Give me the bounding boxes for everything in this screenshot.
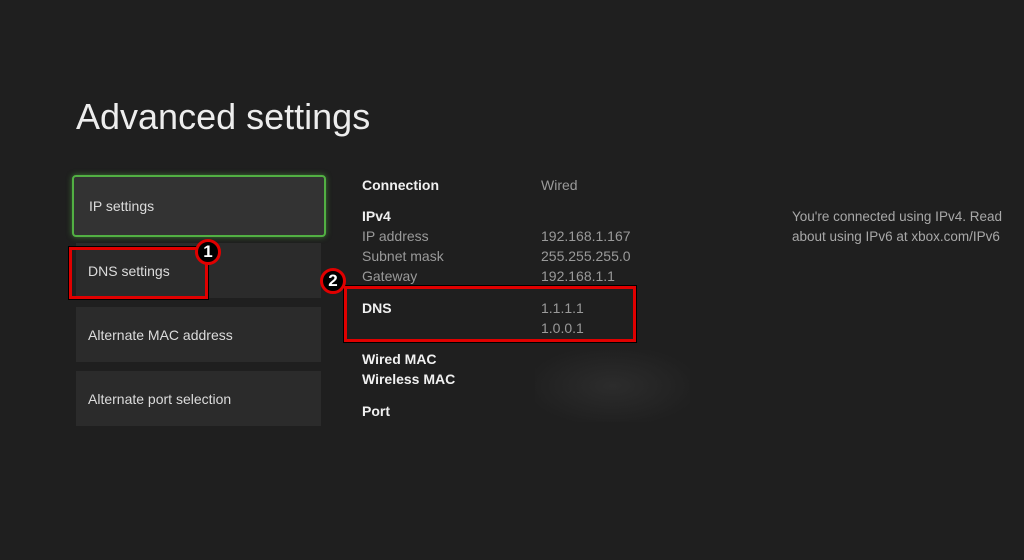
subnet-mask-value: 255.255.255.0 bbox=[541, 248, 631, 264]
ipv6-info-text: You're connected using IPv4. Read about … bbox=[792, 209, 1002, 244]
port-label: Port bbox=[362, 403, 390, 419]
wireless-mac-label: Wireless MAC bbox=[362, 371, 456, 387]
connection-label: Connection bbox=[362, 177, 439, 193]
ip-settings-label: IP settings bbox=[89, 198, 155, 214]
page-title: Advanced settings bbox=[76, 96, 371, 137]
ip-address-label: IP address bbox=[362, 228, 429, 244]
connection-value: Wired bbox=[541, 177, 578, 193]
annotation-badge-1: 1 bbox=[195, 239, 221, 265]
ipv4-heading: IPv4 bbox=[362, 208, 391, 224]
annotation-badge-2: 2 bbox=[320, 268, 346, 294]
blurred-mac-values bbox=[535, 350, 690, 422]
alternate-port-selection-button[interactable]: Alternate port selection bbox=[76, 371, 321, 426]
alternate-mac-label: Alternate MAC address bbox=[88, 326, 233, 343]
wired-mac-label: Wired MAC bbox=[362, 351, 437, 367]
gateway-value: 192.168.1.1 bbox=[541, 268, 615, 284]
subnet-mask-label: Subnet mask bbox=[362, 248, 444, 264]
annotation-box-dns-settings bbox=[68, 246, 209, 300]
ip-address-value: 192.168.1.167 bbox=[541, 228, 631, 244]
alternate-port-label: Alternate port selection bbox=[88, 390, 232, 407]
annotation-box-dns bbox=[343, 285, 637, 343]
ip-settings-button[interactable]: IP settings bbox=[72, 175, 326, 237]
gateway-label: Gateway bbox=[362, 268, 418, 284]
alternate-mac-address-button[interactable]: Alternate MAC address bbox=[76, 307, 321, 362]
